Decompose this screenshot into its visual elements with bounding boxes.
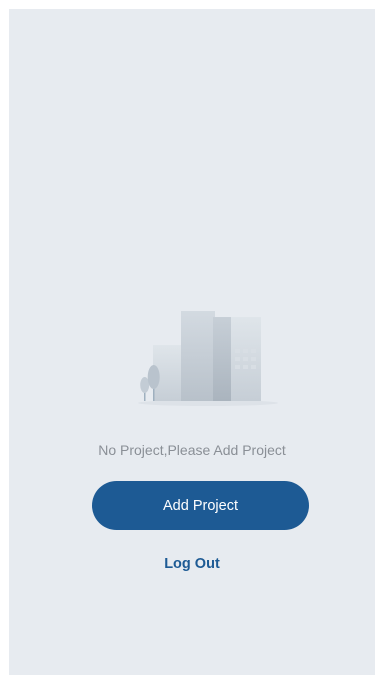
add-project-button-label: Add Project [163,497,238,514]
log-out-link[interactable]: Log Out [9,556,375,572]
add-project-button[interactable]: Add Project [92,481,309,530]
empty-state-message: No Project,Please Add Project [98,442,286,458]
app-screen: No Project,Please Add Project Add Projec… [9,9,375,675]
buildings-illustration-icon [126,297,286,409]
